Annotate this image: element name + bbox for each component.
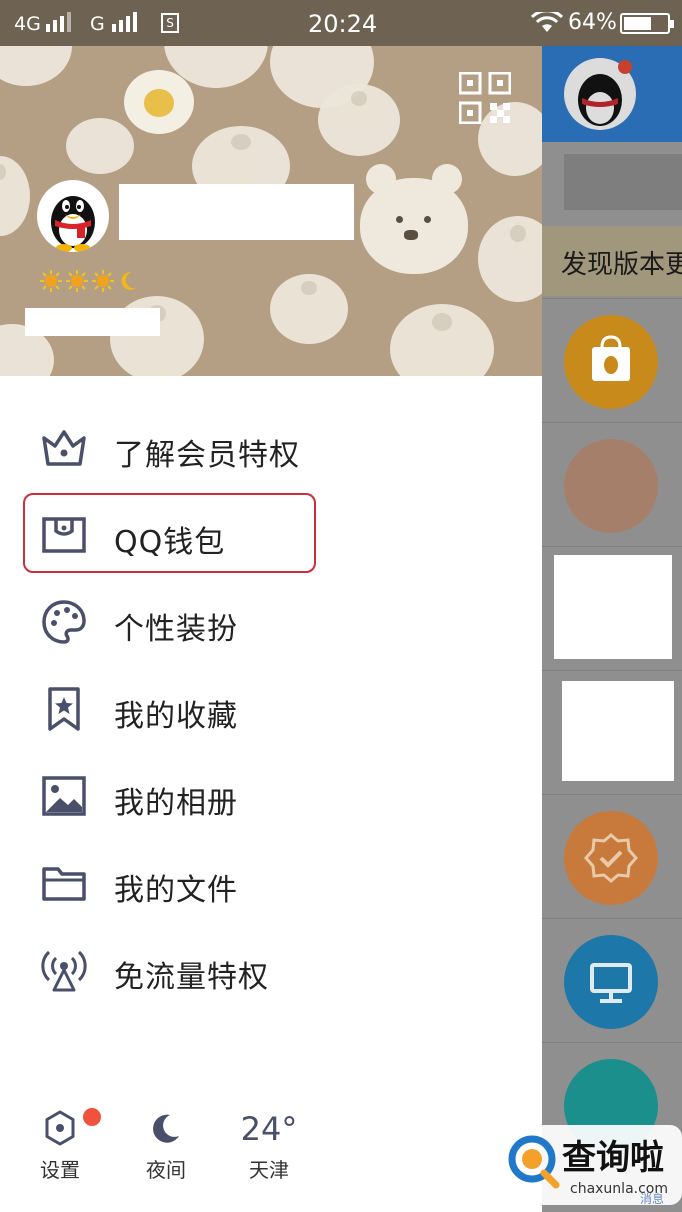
network-type-1: 4G <box>14 13 41 35</box>
menu-label: 我的文件 <box>114 873 238 908</box>
highlight-box <box>23 493 316 573</box>
wifi-icon <box>531 12 563 32</box>
bun-decoration <box>0 46 72 86</box>
battery-icon <box>620 13 674 34</box>
weather-button[interactable]: 24° 天津 <box>236 1110 302 1184</box>
shopping-bag-icon <box>564 315 658 409</box>
status-bar: 4G G S 20:24 64% <box>0 0 682 46</box>
battery-percent: 64% <box>568 10 617 35</box>
list-item <box>542 794 682 918</box>
egg-decoration <box>124 70 194 134</box>
menu-item-free-data[interactable]: 免流量特权 <box>0 928 542 1008</box>
city-label: 天津 <box>249 1158 289 1182</box>
list-item <box>542 422 682 546</box>
notification-dot <box>83 1108 101 1126</box>
menu-label: 我的收藏 <box>114 699 238 734</box>
sim-icon: S <box>161 13 179 33</box>
settings-button[interactable]: 设置 <box>30 1110 90 1184</box>
bun-decoration <box>66 118 134 174</box>
network-type-2: G <box>90 13 105 35</box>
sun-icon <box>66 270 88 292</box>
sun-icon <box>92 270 114 292</box>
chaxunla-watermark-logo: 查询啦 chaxunla.com 消息 <box>500 1125 682 1205</box>
bun-decoration <box>390 304 494 376</box>
search-bar <box>564 154 682 210</box>
bun-decoration <box>318 84 400 156</box>
contact-avatar <box>564 439 658 533</box>
redacted-block <box>562 681 674 781</box>
penguin-avatar-icon <box>51 196 95 252</box>
menu-label: 个性装扮 <box>114 612 238 647</box>
avatar[interactable] <box>37 180 109 252</box>
temperature: 24° <box>240 1110 298 1148</box>
menu-label: 了解会员特权 <box>114 438 300 473</box>
svg-text:消息: 消息 <box>640 1191 664 1205</box>
folder-icon <box>42 867 86 901</box>
menu-item-vip[interactable]: 了解会员特权 <box>0 406 542 486</box>
menu-item-favorites[interactable]: 我的收藏 <box>0 667 542 747</box>
list-item <box>542 298 682 422</box>
list-item <box>542 546 682 670</box>
sun-icon <box>40 270 62 292</box>
menu-label: 免流量特权 <box>114 960 269 995</box>
bear-decoration <box>360 164 468 274</box>
clock: 20:24 <box>308 10 378 38</box>
qr-code-icon[interactable] <box>459 72 511 124</box>
bookmark-star-icon <box>48 687 80 731</box>
crown-icon <box>42 430 86 466</box>
signal-tower-icon <box>41 950 87 992</box>
bun-decoration <box>478 216 542 302</box>
bun-decoration <box>0 156 30 236</box>
menu-item-album[interactable]: 我的相册 <box>0 754 542 834</box>
level-badges[interactable] <box>40 270 138 294</box>
night-label: 夜间 <box>146 1158 186 1182</box>
computer-icon <box>564 935 658 1029</box>
menu-label: 我的相册 <box>114 786 238 821</box>
main-header <box>542 46 682 142</box>
image-icon <box>42 776 86 816</box>
list-item <box>542 670 682 794</box>
moon-icon <box>153 1114 179 1143</box>
badge-check-icon <box>564 811 658 905</box>
night-mode-button[interactable]: 夜间 <box>136 1110 196 1184</box>
update-notice-text: 发现版本更 <box>561 250 682 280</box>
signature-redacted <box>25 308 160 336</box>
redacted-block <box>554 555 672 659</box>
settings-hexagon-icon <box>45 1110 75 1146</box>
header-badge <box>618 60 632 74</box>
nickname-redacted <box>119 184 354 240</box>
moon-icon <box>121 271 136 290</box>
profile-header[interactable] <box>0 46 542 376</box>
bun-decoration <box>270 274 348 344</box>
menu-item-theme[interactable]: 个性装扮 <box>0 580 542 660</box>
palette-icon <box>42 600 86 644</box>
menu-item-files[interactable]: 我的文件 <box>0 841 542 921</box>
update-notice: 发现版本更 <box>542 226 682 296</box>
dimmed-main-screen[interactable]: 发现版本更 <box>542 46 682 1212</box>
list-item <box>542 918 682 1042</box>
svg-text:查询啦: 查询啦 <box>562 1138 664 1178</box>
settings-label: 设置 <box>40 1158 80 1182</box>
